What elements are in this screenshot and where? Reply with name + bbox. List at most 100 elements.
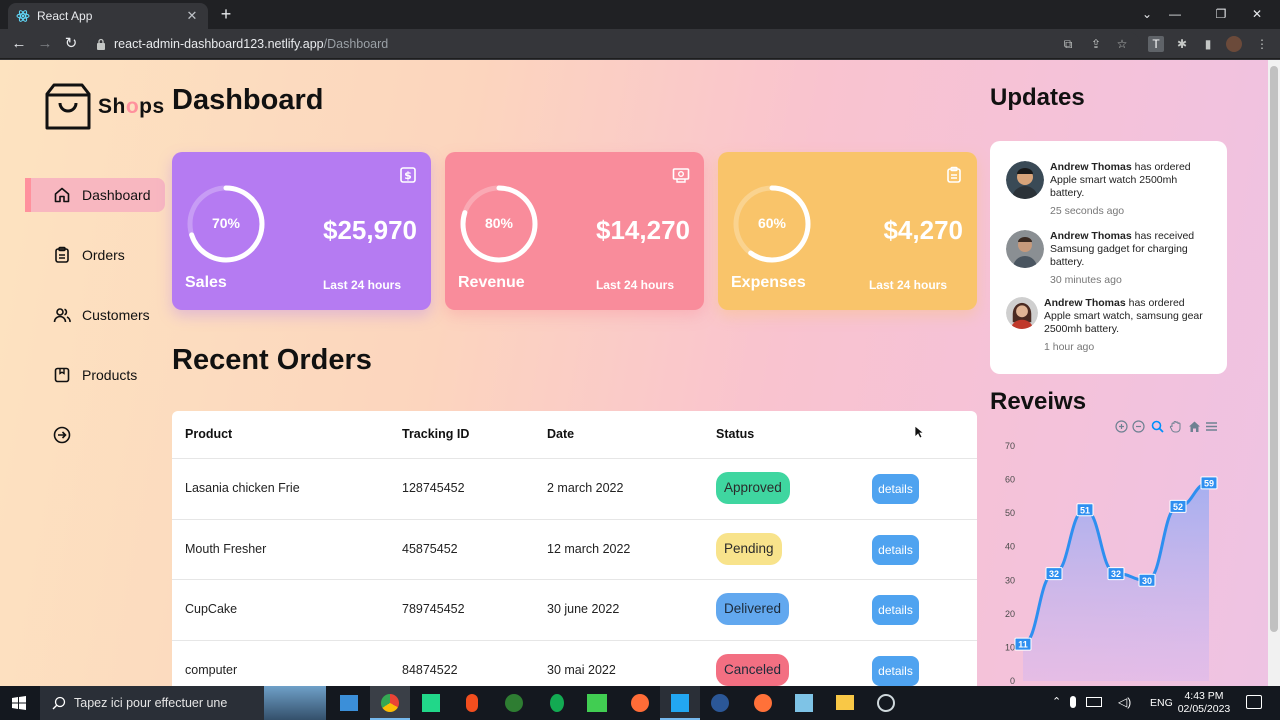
status-badge: Delivered bbox=[716, 593, 790, 625]
selection-zoom-icon[interactable] bbox=[1151, 420, 1164, 433]
word-icon[interactable] bbox=[711, 694, 729, 712]
logout-icon bbox=[53, 426, 71, 444]
taskbar-chrome[interactable] bbox=[370, 686, 410, 720]
notification-icon[interactable] bbox=[1246, 695, 1262, 709]
product-cell: computer bbox=[185, 663, 238, 677]
share-icon[interactable]: ⇪ bbox=[1088, 36, 1104, 52]
zoom-out-icon[interactable] bbox=[1132, 420, 1145, 433]
product-cell: CupCake bbox=[185, 602, 238, 616]
show-hidden-icons[interactable]: ⌃ bbox=[1052, 695, 1061, 708]
pycharm-icon[interactable] bbox=[422, 694, 440, 712]
revenue-amount: $14,270 bbox=[596, 215, 690, 245]
header-product: Product bbox=[185, 427, 233, 441]
details-button[interactable]: details bbox=[872, 595, 919, 625]
profile-avatar-icon[interactable] bbox=[1226, 36, 1242, 52]
new-tab-button[interactable]: + bbox=[216, 4, 236, 24]
qt-icon[interactable] bbox=[587, 694, 607, 712]
address-bar[interactable]: react-admin-dashboard123.netlify.app/Das… bbox=[88, 32, 1140, 56]
sales-amount: $25,970 bbox=[323, 215, 417, 245]
page-scrollbar[interactable] bbox=[1268, 60, 1280, 686]
details-button[interactable]: details bbox=[872, 656, 919, 686]
close-window-button[interactable]: ✕ bbox=[1246, 4, 1268, 24]
extension-t-icon[interactable]: T bbox=[1148, 36, 1164, 52]
svg-text:$: $ bbox=[404, 169, 412, 182]
extensions-puzzle-icon[interactable]: ✱ bbox=[1174, 36, 1190, 52]
taskbar-search-box[interactable]: Tapez ici pour effectuer une bbox=[40, 686, 326, 720]
update-time: 1 hour ago bbox=[1044, 341, 1095, 353]
chart-menu-icon[interactable] bbox=[1205, 420, 1218, 433]
tracking-cell: 789745452 bbox=[402, 602, 465, 616]
revenue-card[interactable]: 80% Revenue $14,270 Last 24 hours bbox=[445, 152, 704, 310]
sidebar-item-orders[interactable]: Orders bbox=[25, 238, 165, 272]
obs-icon[interactable] bbox=[877, 694, 895, 712]
status-badge: Approved bbox=[716, 472, 790, 504]
forward-button[interactable]: → bbox=[34, 34, 56, 54]
close-tab-icon[interactable]: ✕ bbox=[184, 8, 200, 24]
sales-card[interactable]: 70% Sales $25,970 Last 24 hours $ bbox=[172, 152, 431, 310]
expenses-card[interactable]: 60% Expenses $4,270 Last 24 hours bbox=[718, 152, 977, 310]
data-label: 30 bbox=[1142, 576, 1152, 586]
minimize-button[interactable]: — bbox=[1164, 4, 1186, 24]
update-item: Andrew Thomas has received Samsung gadget… bbox=[1006, 230, 1210, 286]
zoom-in-icon[interactable] bbox=[1115, 420, 1128, 433]
windows-taskbar: Tapez ici pour effectuer une ⌃ ◁) ENG 4:… bbox=[0, 686, 1280, 720]
orders-table: Product Tracking ID Date Status Lasania … bbox=[172, 411, 977, 686]
data-label: 52 bbox=[1173, 502, 1183, 512]
pan-hand-icon[interactable] bbox=[1169, 420, 1182, 433]
volume-icon[interactable]: ◁) bbox=[1118, 695, 1131, 709]
postman-icon[interactable] bbox=[631, 694, 649, 712]
file-explorer-icon[interactable] bbox=[836, 695, 854, 710]
taskbar-clock[interactable]: 4:43 PM 02/05/2023 bbox=[1174, 690, 1234, 716]
status-badge: Canceled bbox=[716, 654, 790, 686]
language-indicator[interactable]: ENG bbox=[1150, 697, 1173, 709]
reviews-chart: 0 10 20 30 40 50 60 70 11 32 51 32 30 52 59 bbox=[985, 420, 1230, 686]
sidebar-item-customers[interactable]: Customers bbox=[25, 298, 165, 332]
reset-home-icon[interactable] bbox=[1188, 420, 1201, 433]
y-tick-label: 50 bbox=[1005, 508, 1015, 518]
vscode-icon bbox=[671, 694, 689, 712]
update-time: 30 minutes ago bbox=[1050, 274, 1122, 286]
avatar bbox=[1006, 297, 1038, 329]
notepad-icon[interactable] bbox=[795, 694, 813, 712]
sidebar-item-logout[interactable] bbox=[25, 418, 165, 452]
taskbar-vscode[interactable] bbox=[660, 686, 700, 720]
sidebar-item-dashboard[interactable]: Dashboard bbox=[25, 178, 165, 212]
microphone-icon[interactable] bbox=[1070, 696, 1076, 708]
side-panel-icon[interactable]: ▮ bbox=[1200, 36, 1216, 52]
data-label: 11 bbox=[1018, 640, 1028, 650]
url-text: react-admin-dashboard123.netlify.app/Das… bbox=[114, 37, 389, 51]
update-time: 25 seconds ago bbox=[1050, 205, 1125, 217]
tab-title: React App bbox=[37, 9, 93, 23]
scrollbar-thumb[interactable] bbox=[1270, 66, 1278, 632]
maximize-button[interactable]: ❐ bbox=[1210, 4, 1232, 24]
chrome-menu-icon[interactable]: ⋮ bbox=[1254, 36, 1270, 52]
figma-icon[interactable] bbox=[466, 694, 478, 712]
sidebar-item-products[interactable]: Products bbox=[25, 358, 165, 392]
details-button[interactable]: details bbox=[872, 474, 919, 504]
windows-start-icon[interactable] bbox=[12, 696, 26, 710]
page-title: Dashboard bbox=[172, 84, 324, 116]
task-view-icon[interactable] bbox=[340, 695, 358, 711]
data-label: 59 bbox=[1204, 478, 1214, 488]
update-item: Andrew Thomas has ordered Apple smart wat… bbox=[1006, 161, 1210, 217]
product-cell: Mouth Fresher bbox=[185, 542, 267, 556]
tab-search-icon[interactable]: ⌄ bbox=[1136, 4, 1158, 24]
sales-percent: 70% bbox=[211, 215, 241, 231]
header-date: Date bbox=[547, 427, 575, 441]
details-button[interactable]: details bbox=[872, 535, 919, 565]
firefox-icon[interactable] bbox=[754, 694, 772, 712]
back-button[interactable]: ← bbox=[8, 34, 30, 54]
search-placeholder: Tapez ici pour effectuer une bbox=[74, 696, 228, 710]
react-favicon-icon bbox=[16, 9, 30, 23]
table-row: Mouth Fresher 45875452 12 march 2022 Pen… bbox=[172, 519, 977, 580]
sales-title: Sales bbox=[185, 274, 227, 291]
reload-button[interactable]: ↻ bbox=[60, 34, 82, 54]
xbox-icon[interactable] bbox=[505, 694, 523, 712]
clock-date: 02/05/2023 bbox=[1177, 703, 1231, 715]
browser-tab[interactable]: React App ✕ bbox=[8, 3, 208, 29]
bookmark-star-icon[interactable]: ☆ bbox=[1114, 36, 1130, 52]
translate-icon[interactable]: ⧉ bbox=[1060, 36, 1076, 52]
expenses-title: Expenses bbox=[731, 274, 806, 291]
mongodb-icon[interactable] bbox=[550, 694, 564, 712]
network-icon[interactable] bbox=[1086, 697, 1102, 707]
